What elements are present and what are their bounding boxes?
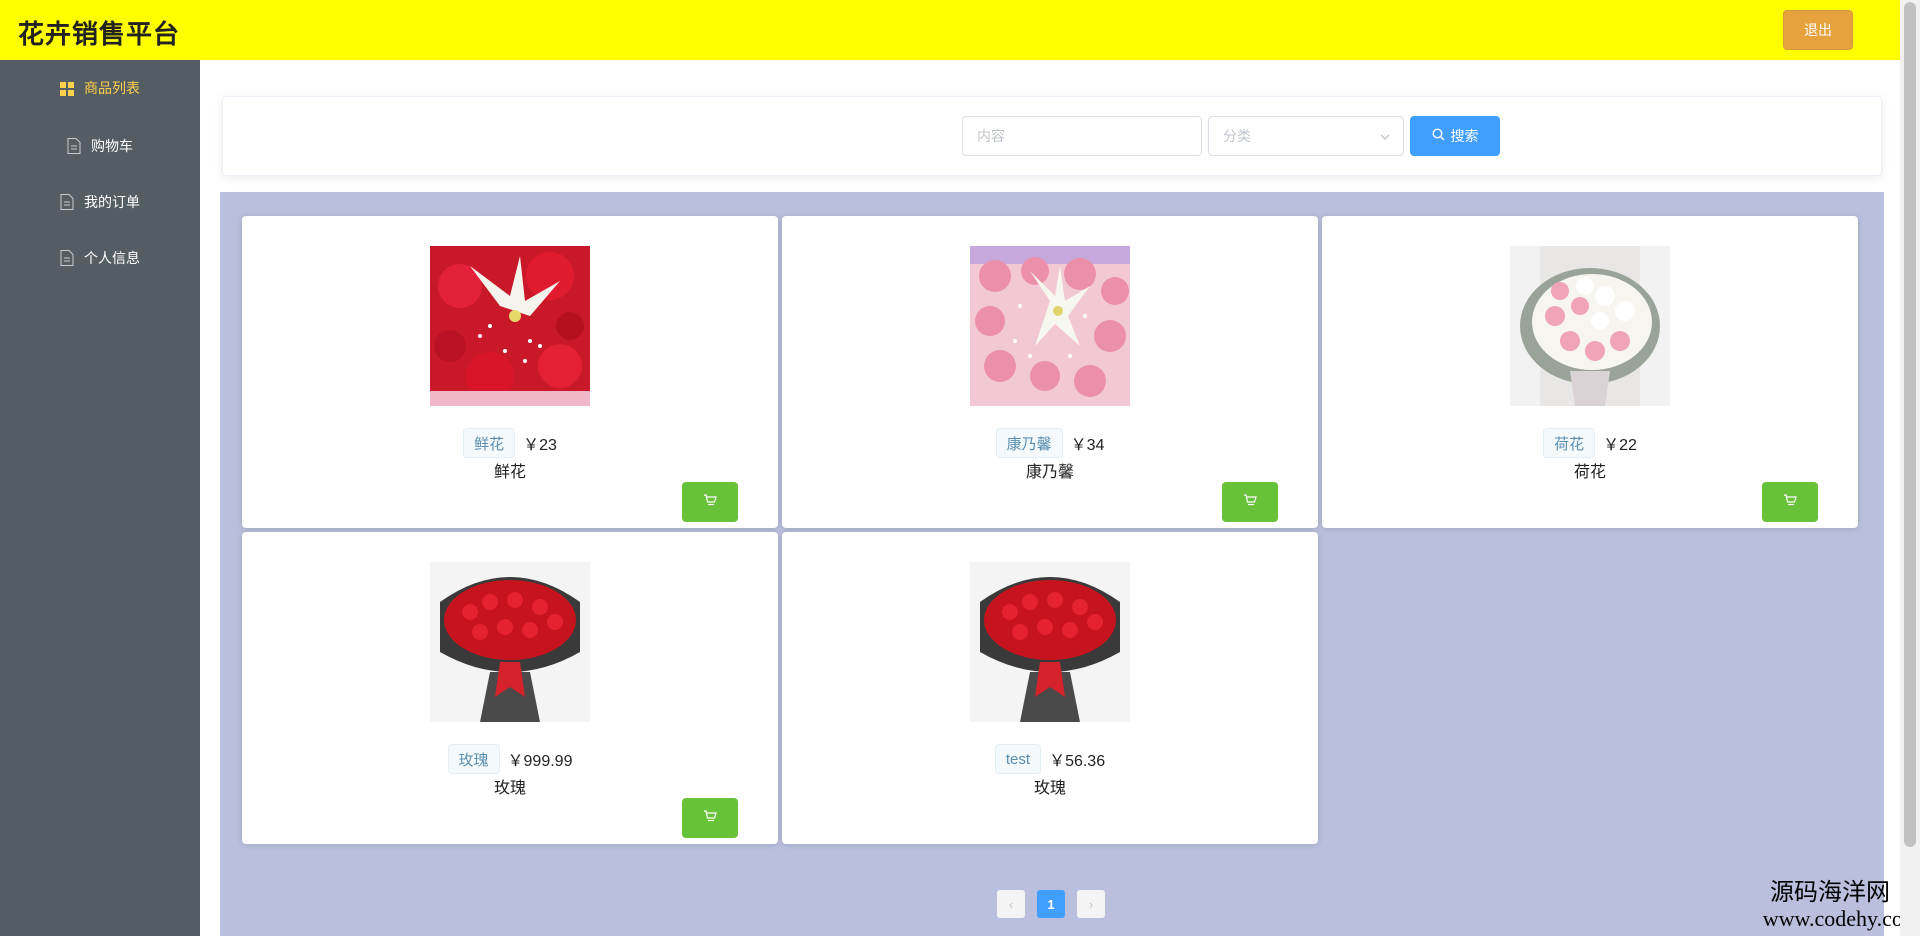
- logout-button[interactable]: 退出: [1783, 10, 1853, 50]
- watermark: 源码海洋网 www.codehy.com: [1700, 880, 1920, 932]
- pagination-next-button[interactable]: ›: [1077, 890, 1105, 918]
- goods-image: [970, 246, 1130, 406]
- sidebar-item-cart[interactable]: 购物车: [0, 118, 200, 174]
- sidebar-item-label: 商品列表: [84, 80, 140, 96]
- document-icon: [60, 250, 74, 266]
- pagination-page-button[interactable]: 1: [1037, 890, 1065, 918]
- add-to-cart-button[interactable]: [1222, 482, 1278, 522]
- document-icon: [67, 138, 81, 154]
- category-tag: test: [994, 744, 1042, 774]
- goods-image: [1510, 246, 1670, 406]
- sidebar-item-label: 我的订单: [84, 194, 140, 210]
- app-title: 花卉销售平台: [18, 19, 181, 49]
- goods-meta: 荷花 ￥22: [1322, 428, 1858, 458]
- search-input[interactable]: [962, 116, 1202, 156]
- top-header: 花卉销售平台 退出: [0, 0, 1900, 60]
- goods-card: 荷花 ￥22 荷花: [1322, 216, 1858, 528]
- goods-image: [430, 562, 590, 722]
- goods-meta: 玫瑰 ￥999.99: [242, 744, 778, 774]
- shopping-cart-icon: [1243, 493, 1257, 512]
- scrollbar-thumb[interactable]: [1904, 2, 1916, 847]
- grid-icon: [60, 80, 74, 96]
- category-tag: 康乃馨: [995, 428, 1063, 458]
- sidebar-item-label: 购物车: [91, 138, 133, 154]
- goods-price: ￥22: [1603, 437, 1637, 454]
- page-scrollbar[interactable]: [1900, 0, 1920, 936]
- shopping-cart-icon: [1783, 493, 1797, 512]
- goods-card: 玫瑰 ￥999.99 玫瑰: [242, 532, 778, 844]
- goods-name: 荷花: [1573, 464, 1606, 481]
- goods-meta: 鲜花 ￥23: [242, 428, 778, 458]
- watermark-line2: www.codehy.com: [1762, 906, 1920, 931]
- sidebar-item-goods-list[interactable]: 商品列表: [0, 60, 200, 116]
- goods-image: [970, 562, 1130, 722]
- goods-meta: 康乃馨 ￥34: [782, 428, 1318, 458]
- search-button-label: 搜索: [1450, 128, 1479, 144]
- main-content: 分类 搜索 鲜花 ￥23 鲜花: [200, 60, 1900, 936]
- goods-image: [430, 246, 590, 406]
- goods-price: ￥56.36: [1049, 753, 1106, 770]
- goods-price: ￥999.99: [507, 753, 573, 770]
- shopping-cart-icon: [703, 809, 717, 828]
- document-icon: [60, 194, 74, 210]
- goods-card: 鲜花 ￥23 鲜花: [242, 216, 778, 528]
- shopping-cart-icon: [703, 493, 717, 512]
- category-tag: 荷花: [1543, 428, 1596, 458]
- add-to-cart-button[interactable]: [682, 482, 738, 522]
- goods-name: 玫瑰: [493, 780, 526, 797]
- search-icon: [1431, 128, 1445, 144]
- goods-card: test ￥56.36 玫瑰: [782, 532, 1318, 844]
- watermark-line1: 源码海洋网: [1770, 880, 1890, 906]
- goods-name: 康乃馨: [1025, 464, 1074, 481]
- goods-name: 玫瑰: [1033, 780, 1066, 797]
- sidebar-item-label: 个人信息: [84, 250, 140, 266]
- search-button[interactable]: 搜索: [1410, 116, 1500, 156]
- category-select[interactable]: 分类: [1208, 116, 1404, 156]
- goods-card: 康乃馨 ￥34 康乃馨: [782, 216, 1318, 528]
- category-tag: 鲜花: [463, 428, 516, 458]
- add-to-cart-button[interactable]: [1762, 482, 1818, 522]
- sidebar-item-profile[interactable]: 个人信息: [0, 230, 200, 286]
- pagination-prev-button[interactable]: ‹: [997, 890, 1025, 918]
- goods-price: ￥34: [1070, 437, 1105, 454]
- sidebar: 商品列表 购物车 我的订单 个人信息: [0, 60, 200, 936]
- category-tag: 玫瑰: [447, 744, 500, 774]
- goods-price: ￥23: [523, 437, 557, 454]
- goods-meta: test ￥56.36: [782, 744, 1318, 774]
- add-to-cart-button[interactable]: [682, 798, 738, 838]
- chevron-down-icon: [1379, 130, 1391, 142]
- goods-name: 鲜花: [493, 464, 526, 481]
- goods-list-panel: 鲜花 ￥23 鲜花 康乃馨 ￥34 康乃馨 荷花 ￥22 荷花 玫瑰 ￥999.…: [220, 192, 1884, 936]
- sidebar-item-orders[interactable]: 我的订单: [0, 174, 200, 230]
- category-placeholder: 分类: [1223, 128, 1251, 144]
